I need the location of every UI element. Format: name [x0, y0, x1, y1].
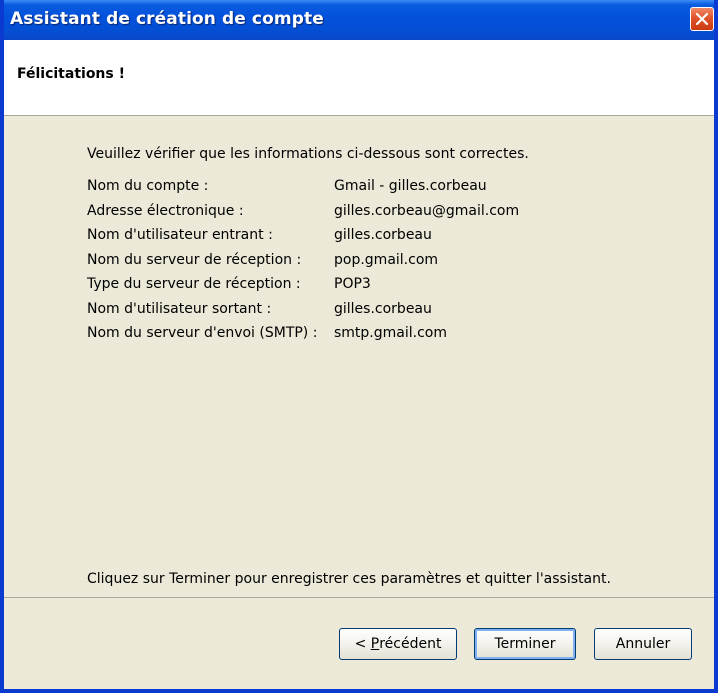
window-title: Assistant de création de compte — [10, 9, 324, 29]
finish-button-label: Terminer — [494, 636, 556, 652]
cancel-button-label: Annuler — [615, 636, 671, 652]
info-label: Nom d'utilisateur sortant : — [87, 300, 272, 317]
previous-button-accelerator: P — [370, 636, 380, 652]
cancel-button[interactable]: Annuler — [594, 628, 692, 660]
info-value: gilles.corbeau@gmail.com — [334, 202, 520, 219]
previous-button[interactable]: < Précédent — [339, 628, 457, 660]
account-info-table: Nom du compte : Gmail - gilles.corbeau A… — [87, 174, 519, 346]
title-bar[interactable]: Assistant de création de compte — [4, 0, 714, 40]
info-row-server-type: Type du serveur de réception : POP3 — [87, 272, 519, 297]
summary-panel: Veuillez vérifier que les informations c… — [4, 116, 714, 596]
finish-instruction: Cliquez sur Terminer pour enregistrer ce… — [87, 571, 611, 587]
info-label: Type du serveur de réception : — [87, 276, 301, 293]
page-title: Félicitations ! — [17, 66, 125, 82]
finish-button[interactable]: Terminer — [474, 628, 576, 660]
info-label: Nom du serveur de réception : — [87, 251, 302, 268]
info-row-email: Adresse électronique : gilles.corbeau@gm… — [87, 199, 519, 224]
info-row-outgoing-user: Nom d'utilisateur sortant : gilles.corbe… — [87, 297, 519, 322]
info-label: Adresse électronique : — [87, 202, 244, 219]
info-label: Nom du serveur d'envoi (SMTP) : — [87, 325, 318, 342]
info-value: Gmail - gilles.corbeau — [334, 178, 487, 195]
info-value: pop.gmail.com — [334, 251, 439, 268]
close-button[interactable] — [690, 7, 714, 31]
info-value: POP3 — [334, 276, 371, 293]
previous-button-label: récédent — [379, 636, 442, 652]
close-icon — [696, 13, 708, 25]
info-row-incoming-user: Nom d'utilisateur entrant : gilles.corbe… — [87, 223, 519, 248]
info-label: Nom d'utilisateur entrant : — [87, 227, 273, 244]
account-wizard-window: Assistant de création de compte Félicita… — [0, 0, 718, 693]
wizard-header: Félicitations ! — [4, 40, 714, 116]
info-row-smtp-server: Nom du serveur d'envoi (SMTP) : smtp.gma… — [87, 321, 519, 346]
info-value: gilles.corbeau — [334, 227, 432, 244]
info-label: Nom du compte : — [87, 178, 209, 195]
info-value: smtp.gmail.com — [334, 325, 447, 342]
button-bar: < Précédent Terminer Annuler — [4, 597, 714, 689]
previous-button-prefix: < — [354, 636, 371, 652]
info-value: gilles.corbeau — [334, 300, 432, 317]
info-row-incoming-server: Nom du serveur de réception : pop.gmail.… — [87, 248, 519, 273]
info-row-account-name: Nom du compte : Gmail - gilles.corbeau — [87, 174, 519, 199]
intro-text: Veuillez vérifier que les informations c… — [87, 146, 529, 162]
